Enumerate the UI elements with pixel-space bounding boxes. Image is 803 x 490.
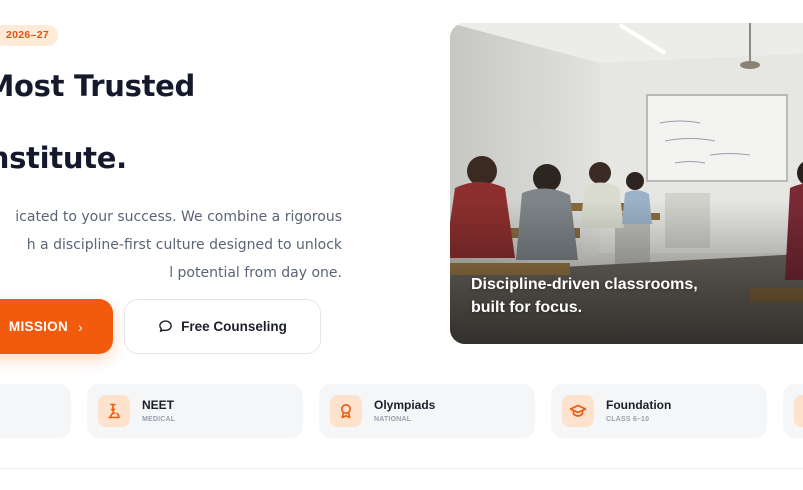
description-line: h a discipline-first culture designed to… [26, 237, 342, 253]
program-card-neet[interactable]: NEET MEDICAL [87, 384, 303, 438]
hero-headline: ’s Most Trusted nd g Institute. [0, 68, 195, 176]
free-counseling-button[interactable]: Free Counseling [124, 299, 321, 354]
headline-rest-text: Institute. [0, 141, 127, 175]
session-badge: 2026–27 [0, 25, 58, 46]
headline-line-1: ’s Most Trusted [0, 69, 195, 103]
section-divider [0, 468, 803, 469]
chevron-right-icon: › [78, 318, 83, 335]
program-subtitle: CLASS 6–10 [606, 416, 650, 423]
microscope-icon [98, 395, 130, 427]
chat-bubble-icon [158, 319, 173, 334]
program-card-foundation[interactable]: Foundation CLASS 6–10 [551, 384, 767, 438]
program-title: NEET [142, 398, 175, 412]
hero-section: 2026–27 ’s Most Trusted nd g Institute. … [0, 0, 803, 490]
program-title: Olympiads [374, 398, 436, 412]
program-subtitle: MEDICAL [142, 416, 176, 423]
hero-description: icated to your success. We combine a rig… [0, 203, 342, 287]
description-line: icated to your success. We combine a rig… [15, 209, 342, 225]
program-card-partial-right[interactable] [783, 384, 803, 438]
free-counseling-label: Free Counseling [181, 319, 287, 334]
classroom-photo: Discipline-driven classrooms, built for … [450, 23, 803, 344]
admission-button-label: MISSION [8, 319, 69, 334]
program-title: Foundation [606, 398, 672, 412]
graduation-cap-icon [562, 395, 594, 427]
program-cards: NEET MEDICAL Olympiads NATIONAL Foundati… [0, 384, 803, 438]
description-line: l potential from day one. [169, 265, 342, 281]
caption-line-1: Discipline-driven classrooms, [471, 276, 698, 293]
program-subtitle: NATIONAL [374, 416, 412, 423]
medal-icon [330, 395, 362, 427]
admission-button[interactable]: MISSION › [0, 299, 113, 354]
headline-line-3: g Institute. [0, 140, 195, 176]
program-card-partial-left[interactable] [0, 384, 71, 438]
photo-caption: Discipline-driven classrooms, built for … [471, 273, 698, 319]
headline-line-2: nd [0, 104, 195, 140]
caption-line-2: built for focus. [471, 299, 583, 316]
partial-icon [794, 395, 803, 427]
program-card-olympiads[interactable]: Olympiads NATIONAL [319, 384, 535, 438]
